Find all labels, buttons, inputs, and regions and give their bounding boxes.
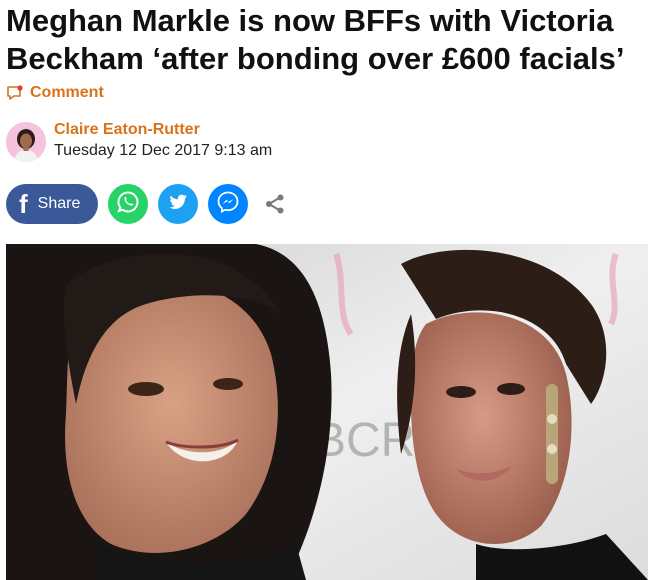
twitter-icon	[166, 190, 190, 219]
facebook-share-label: Share	[37, 195, 81, 212]
share-more-button[interactable]	[262, 191, 288, 217]
hero-image: BCRF	[6, 244, 648, 580]
article-headline: Meghan Markle is now BFFs with Victoria …	[6, 3, 625, 76]
share-icon	[262, 194, 288, 221]
facebook-share-button[interactable]: f Share	[6, 184, 98, 224]
author-name[interactable]: Claire Eaton-Rutter	[54, 120, 272, 140]
twitter-share-button[interactable]	[158, 184, 198, 224]
messenger-share-button[interactable]	[208, 184, 248, 224]
comment-icon	[6, 85, 24, 101]
author-avatar[interactable]	[6, 122, 46, 162]
whatsapp-icon	[115, 189, 141, 220]
messenger-icon	[215, 189, 241, 220]
share-bar: f Share	[6, 184, 288, 224]
comment-label: Comment	[30, 84, 104, 101]
publish-date: Tuesday 12 Dec 2017 9:13 am	[54, 142, 273, 159]
facebook-icon: f	[19, 189, 28, 219]
whatsapp-share-button[interactable]	[108, 184, 148, 224]
author-byline: Claire Eaton-Rutter Tuesday 12 Dec 2017 …	[6, 120, 272, 162]
comment-link[interactable]: Comment	[6, 82, 104, 104]
